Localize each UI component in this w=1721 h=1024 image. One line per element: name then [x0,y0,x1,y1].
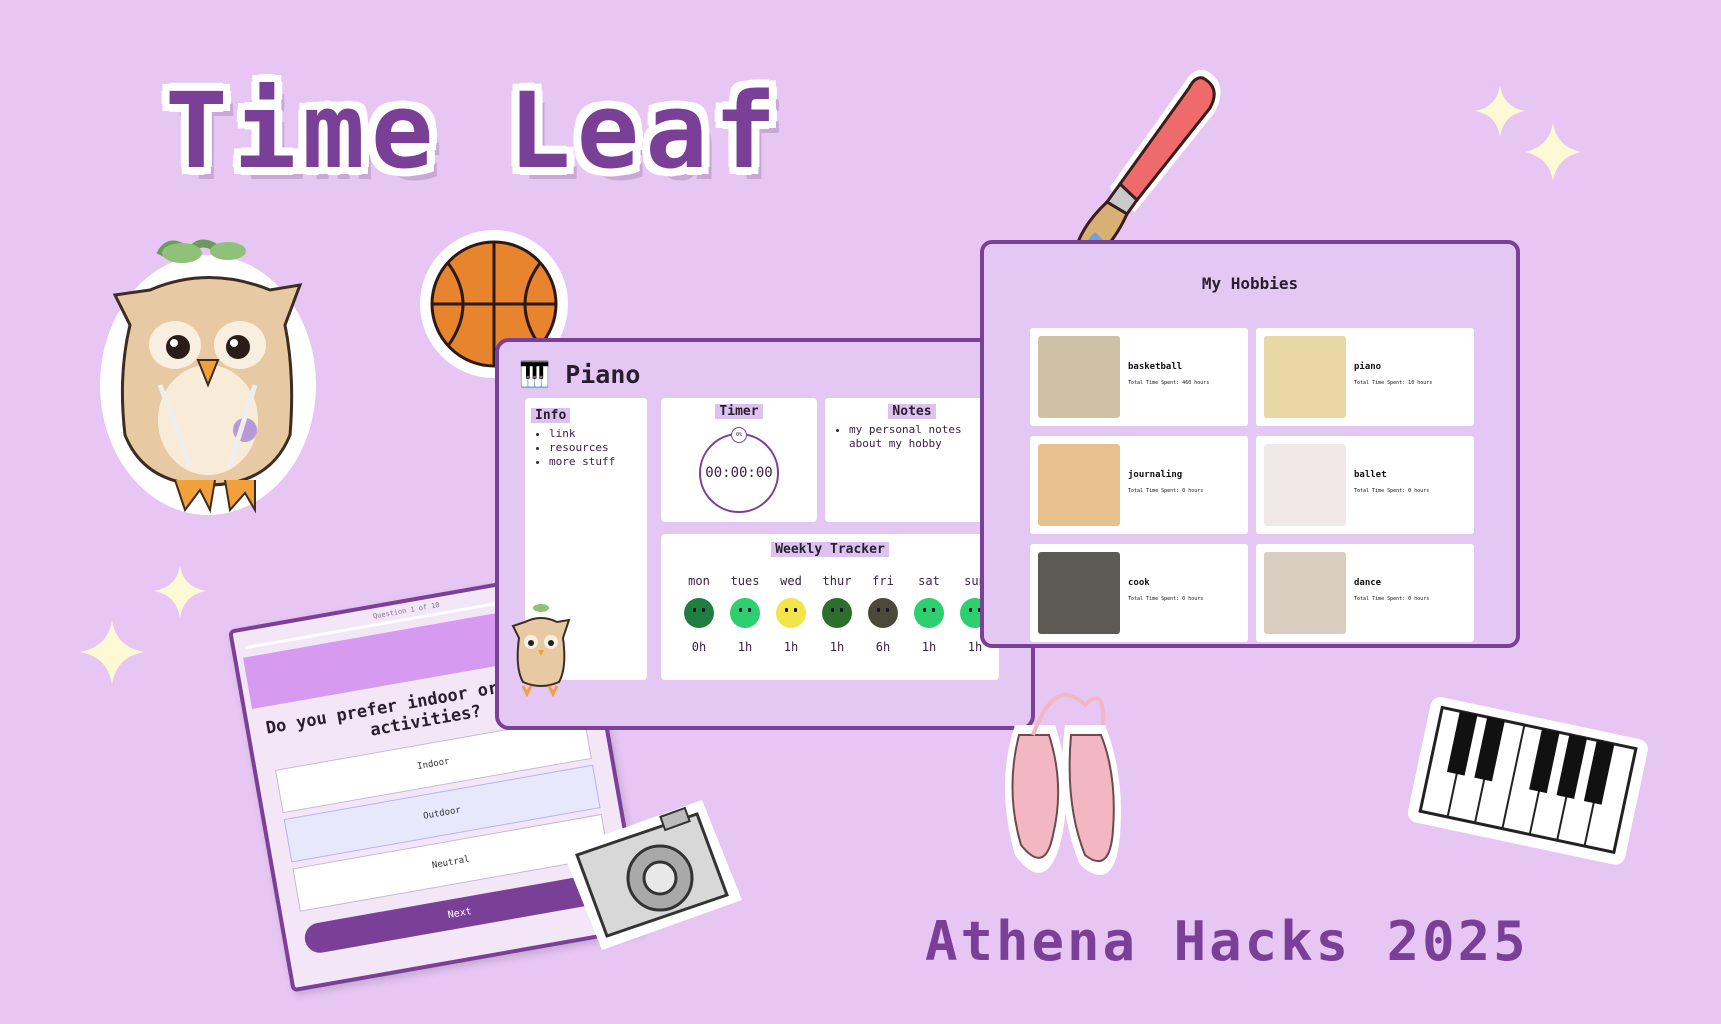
owl-mascot-icon [511,604,571,698]
app-title: Time Leaf [165,70,783,192]
tracker-day-label: fri [872,574,894,588]
hobby-name: ballet [1354,470,1387,480]
hobby-thumbnail [1264,336,1346,418]
tracker-day-label: thur [822,574,852,588]
tracker-day-hours: 1h [829,640,845,654]
tracker-day-thur: thur 1h [819,574,855,654]
hobby-total-time: Total Time Spent: 0 hours [1128,596,1204,602]
tracker-day-fri: fri 6h [865,574,901,654]
hobby-total-time: Total Time Spent: 460 hours [1128,380,1210,386]
info-resources[interactable]: resources [549,441,647,455]
hobby-thumbnail [1038,444,1120,526]
mood-happy-icon[interactable] [730,598,760,628]
page-title: Piano [565,360,641,389]
tracker-day-label: mon [688,574,710,588]
hobby-thumbnail [1038,552,1120,634]
hobby-total-time: Total Time Spent: 0 hours [1354,596,1430,602]
tracker-day-mon: mon 0h [681,574,717,654]
info-more[interactable]: more stuff [549,455,647,469]
tracker-day-sat: sat 1h [911,574,947,654]
tracker-day-label: tues [730,574,760,588]
event-footer: Athena Hacks 2025 [925,910,1529,973]
hobby-card-cook[interactable]: cook Total Time Spent: 0 hours [1030,544,1248,642]
tracker-day-label: sat [918,574,940,588]
notes-heading: Notes [888,404,936,419]
hobby-name: cook [1128,578,1150,588]
piano-header: 🎹 Piano [519,360,640,390]
owl-knitting-sticker [100,239,316,515]
hobby-card-basketball[interactable]: basketball Total Time Spent: 460 hours [1030,328,1248,426]
tracker-day-tues: tues 1h [727,574,763,654]
hobby-card-piano[interactable]: piano Total Time Spent: 10 hours [1256,328,1474,426]
tracker-day-hours: 1h [783,640,799,654]
hobby-name: basketball [1128,362,1183,372]
camera-sticker [562,800,742,950]
hobbies-title: My Hobbies [1201,274,1299,293]
ballet-shoes-sticker [1005,693,1121,875]
hobby-total-time: Total Time Spent: 0 hours [1128,488,1204,494]
hobby-thumbnail [1264,444,1346,526]
timer-progress-badge: 0% [731,427,747,443]
mood-neutral-icon[interactable] [684,598,714,628]
tracker-day-wed: wed 1h [773,574,809,654]
hobbies-window: My Hobbies basketball Total Time Spent: … [980,240,1520,648]
hobby-card-dance[interactable]: dance Total Time Spent: 0 hours [1256,544,1474,642]
tracker-day-hours: 1h [737,640,753,654]
timer-value: 00:00:00 [705,465,773,481]
mood-happy-icon[interactable] [914,598,944,628]
hobby-total-time: Total Time Spent: 0 hours [1354,488,1430,494]
info-link[interactable]: link [549,427,647,441]
mood-shocked-icon[interactable] [868,598,898,628]
hobby-name: piano [1354,362,1382,372]
info-list: link resources more stuff [525,427,647,469]
tracker-day-hours: 6h [875,640,891,654]
piano-sticker [1408,697,1648,865]
mood-happy-icon[interactable] [776,598,806,628]
tracker-day-hours: 0h [691,640,707,654]
timer-heading: Timer [715,404,763,419]
timer-display[interactable]: 0% 00:00:00 [699,427,779,513]
timer-card: Timer 0% 00:00:00 [661,398,817,522]
piano-window: 🎹 Piano Info link resources more stuff T… [495,338,1035,730]
notes-card: Notes my personal notes about my hobby [825,398,999,522]
hobby-thumbnail [1264,552,1346,634]
info-heading: Info [531,408,571,423]
tracker-day-hours: 1h [921,640,937,654]
sparkle-icon [80,565,206,685]
piano-keys-icon: 🎹 [519,360,551,389]
notes-item[interactable]: my personal notes about my hobby [849,423,999,451]
hobby-card-journaling[interactable]: journaling Total Time Spent: 0 hours [1030,436,1248,534]
notes-list: my personal notes about my hobby [825,423,999,451]
hobby-name: journaling [1128,470,1183,480]
hobby-card-ballet[interactable]: ballet Total Time Spent: 0 hours [1256,436,1474,534]
weekly-tracker-card: Weekly Tracker mon 0h tues 1h wed 1h thur 1… [661,534,999,680]
tracker-day-label: wed [780,574,802,588]
hobby-thumbnail [1038,336,1120,418]
weekly-tracker-heading: Weekly Tracker [771,542,889,557]
mood-sad-icon[interactable] [822,598,852,628]
hobby-name: dance [1354,578,1382,588]
hobby-total-time: Total Time Spent: 10 hours [1354,380,1433,386]
sparkle-icon [1475,85,1581,181]
